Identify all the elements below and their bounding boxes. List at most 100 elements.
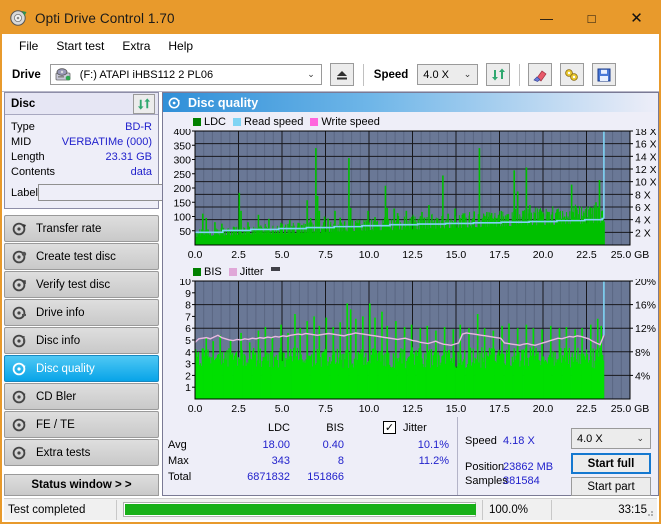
minimize-button[interactable]: — bbox=[524, 2, 569, 34]
sidebar-item-label: FE / TE bbox=[36, 418, 75, 431]
disc-refresh-button[interactable] bbox=[133, 93, 155, 114]
disc-info-icon bbox=[12, 333, 28, 349]
save-button[interactable] bbox=[592, 63, 617, 86]
refresh-button[interactable] bbox=[486, 63, 511, 86]
svg-text:9: 9 bbox=[185, 288, 191, 300]
svg-text:200: 200 bbox=[173, 183, 191, 195]
legend-label: LDC bbox=[204, 116, 227, 128]
resize-grip[interactable] bbox=[644, 507, 654, 517]
sidebar-item-disc-quality[interactable]: Disc quality bbox=[4, 355, 159, 382]
svg-text:18 X: 18 X bbox=[635, 129, 656, 138]
svg-text:300: 300 bbox=[173, 155, 191, 167]
sidebar-item-fe-te[interactable]: FE / TE bbox=[4, 411, 159, 438]
legend-bis: BIS bbox=[193, 266, 222, 278]
sidebar-item-extra-tests[interactable]: Extra tests bbox=[4, 439, 159, 466]
status-window-button[interactable]: Status window > > bbox=[4, 474, 159, 496]
svg-text:10.0: 10.0 bbox=[359, 403, 380, 415]
cd-bler-icon bbox=[12, 389, 28, 405]
results-max-jitter: 11.2% bbox=[418, 455, 449, 467]
results-header-ldc: LDC bbox=[267, 422, 290, 434]
svg-text:4%: 4% bbox=[635, 370, 650, 382]
sidebar-item-label: Disc info bbox=[36, 334, 81, 347]
bis-chart-legend: BIS Jitter bbox=[193, 265, 280, 279]
sidebar-item-label: Verify test disc bbox=[36, 278, 111, 291]
test-speed-select[interactable]: 4.0 X ⌄ bbox=[571, 428, 651, 449]
svg-text:12.5: 12.5 bbox=[402, 403, 423, 415]
results-speed-label: Speed bbox=[465, 435, 497, 447]
disc-create-icon bbox=[12, 249, 28, 265]
close-button[interactable]: ✕ bbox=[614, 2, 659, 34]
sidebar-item-create-test-disc[interactable]: Create test disc bbox=[4, 243, 159, 270]
sidebar-item-drive-info[interactable]: Drive info bbox=[4, 299, 159, 326]
legend-swatch bbox=[233, 118, 242, 126]
svg-text:2: 2 bbox=[185, 370, 191, 382]
legend-swatch bbox=[193, 268, 201, 276]
progress-bar bbox=[123, 502, 476, 517]
test-speed-value: 4.0 X bbox=[577, 432, 603, 445]
svg-text:5: 5 bbox=[185, 335, 191, 347]
disc-verify-icon bbox=[12, 277, 28, 293]
legend-write-speed: Write speed bbox=[310, 116, 380, 128]
toolbar: Drive (F:) ATAPI iHBS112 2 PL06 ⌄ Speed … bbox=[2, 58, 659, 92]
clear-button[interactable] bbox=[528, 63, 553, 86]
results-row-label-avg: Avg bbox=[168, 439, 187, 451]
results-total-ldc: 6871832 bbox=[247, 471, 290, 483]
sidebar-item-label: CD Bler bbox=[36, 390, 77, 403]
bis-chart-svg: 12345678910 4% 8% 12% 16% 20% 0.0 2.5 5.0 7.5 10.0… bbox=[179, 279, 656, 415]
chevron-down-icon: ⌄ bbox=[463, 69, 472, 79]
results-max-bis: 8 bbox=[337, 455, 344, 467]
results-total-bis: 151866 bbox=[307, 471, 344, 483]
window-title: Opti Drive Control 1.70 bbox=[35, 10, 175, 26]
menu-file[interactable]: File bbox=[10, 36, 47, 56]
disc-rate-icon bbox=[12, 221, 28, 237]
svg-text:10 X: 10 X bbox=[635, 177, 656, 189]
disc-quality-icon bbox=[12, 361, 28, 377]
disc-row-key: MID bbox=[11, 135, 32, 148]
results-row-label-max: Max bbox=[168, 455, 189, 467]
menu-bar: File Start test Extra Help bbox=[2, 34, 659, 58]
menu-help[interactable]: Help bbox=[159, 36, 202, 56]
sidebar-item-transfer-rate[interactable]: Transfer rate bbox=[4, 215, 159, 242]
menu-start-test[interactable]: Start test bbox=[47, 36, 113, 56]
disc-row-key: Type bbox=[11, 120, 35, 133]
eject-icon bbox=[336, 70, 347, 79]
svg-text:5.0: 5.0 bbox=[275, 403, 290, 415]
ldc-chart-svg: 501001502002503003504002 X4 X6 X8 X10 X1… bbox=[173, 129, 656, 261]
drive-select[interactable]: (F:) ATAPI iHBS112 2 PL06 ⌄ bbox=[49, 64, 322, 85]
speed-select[interactable]: 4.0 X ⌄ bbox=[417, 64, 479, 85]
maximize-button[interactable]: □ bbox=[569, 2, 614, 34]
eject-button[interactable] bbox=[329, 63, 354, 86]
stats-divider bbox=[457, 417, 458, 495]
svg-text:14 X: 14 X bbox=[635, 151, 656, 163]
jitter-checkbox[interactable]: ✓ bbox=[383, 421, 396, 434]
start-part-button[interactable]: Start part bbox=[571, 477, 651, 496]
svg-text:20.0: 20.0 bbox=[533, 403, 554, 415]
sidebar-item-cd-bler[interactable]: CD Bler bbox=[4, 383, 159, 410]
start-full-button[interactable]: Start full bbox=[571, 453, 651, 474]
sidebar-item-verify-test-disc[interactable]: Verify test disc bbox=[4, 271, 159, 298]
svg-text:8%: 8% bbox=[635, 347, 650, 359]
legend-label: Jitter bbox=[239, 266, 264, 278]
disc-row-value: 23.31 GB bbox=[105, 150, 152, 163]
window-controls: — □ ✕ bbox=[524, 2, 659, 34]
svg-text:0.0: 0.0 bbox=[188, 249, 203, 261]
speed-select-value: 4.0 X bbox=[423, 68, 449, 81]
results-avg-ldc: 18.00 bbox=[262, 439, 290, 451]
refresh-icon bbox=[137, 97, 151, 110]
sidebar-item-disc-info[interactable]: Disc info bbox=[4, 327, 159, 354]
svg-text:12.5: 12.5 bbox=[402, 249, 423, 261]
disc-info-box: Disc Type BD-R MID VERBATIMe (000) Lengt… bbox=[4, 92, 241, 209]
results-position-label: Position bbox=[465, 461, 505, 473]
tools-button[interactable] bbox=[560, 63, 585, 86]
ldc-chart: LDC Read speed Write speed 50 100 150 200 25… bbox=[165, 115, 656, 263]
svg-text:350: 350 bbox=[173, 140, 191, 152]
menu-extra[interactable]: Extra bbox=[113, 36, 159, 56]
results-speed-value: 4.18 X bbox=[503, 435, 535, 447]
toolbar-separator-2 bbox=[519, 63, 521, 86]
svg-text:8 X: 8 X bbox=[635, 189, 651, 201]
svg-text:16 X: 16 X bbox=[635, 139, 656, 151]
svg-text:150: 150 bbox=[173, 197, 191, 209]
ldc-chart-legend: LDC Read speed Write speed bbox=[193, 115, 387, 129]
results-samples-value: 381584 bbox=[503, 475, 540, 487]
svg-text:5.0: 5.0 bbox=[275, 249, 290, 261]
